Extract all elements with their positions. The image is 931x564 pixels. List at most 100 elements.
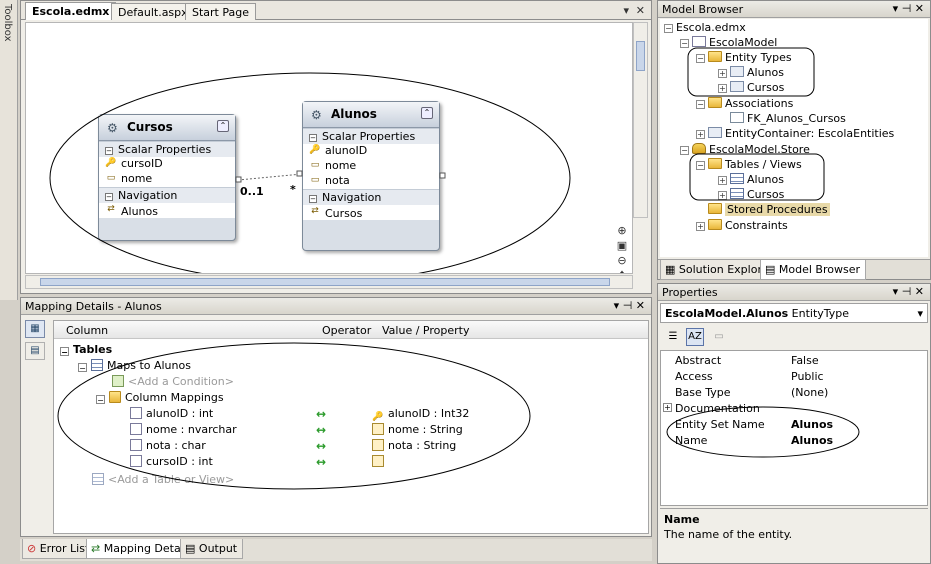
property-row-access[interactable]: Access Public <box>661 369 927 385</box>
association-icon <box>730 112 744 123</box>
folder-icon <box>109 391 121 403</box>
alphabetical-icon[interactable]: AZ <box>686 328 704 346</box>
expand-icon[interactable]: + <box>663 403 672 412</box>
tree-node-escolamodel[interactable]: − EscolaModel <box>680 36 777 51</box>
model-tree: − Escola.edmx − EscolaModel − Entity Types … <box>660 19 928 257</box>
description-title: Name <box>664 513 700 526</box>
entity-icon: ⚙ <box>107 121 118 135</box>
maps-to-node[interactable]: − Maps to Alunos <box>78 359 191 375</box>
tree-node-entity-types[interactable]: − Entity Types <box>696 51 792 66</box>
value-nota[interactable]: nota : String <box>372 439 456 455</box>
mapping-row-cursoid[interactable]: cursoID : int <box>130 455 213 471</box>
tables-node[interactable]: − Tables <box>60 343 112 359</box>
value-cursoid[interactable] <box>372 455 388 471</box>
horizontal-scrollbar[interactable] <box>25 275 633 289</box>
map-to-functions-button[interactable]: ▤ <box>25 342 45 360</box>
property-cursoid[interactable]: 🔑 cursoID <box>99 157 235 172</box>
categorized-icon[interactable]: ☰ <box>664 328 682 346</box>
nav-property-alunos[interactable]: ⇄ Alunos <box>99 203 235 218</box>
vertical-scrollbar[interactable] <box>633 22 648 218</box>
tree-node-entity-container[interactable]: + EntityContainer: EscolaEntities <box>696 127 894 142</box>
zoom-in-icon[interactable]: ⊕ <box>614 223 630 238</box>
map-to-table-button[interactable]: ▦ <box>25 320 45 338</box>
mapping-row-alunoid[interactable]: alunoID : int <box>130 407 213 423</box>
property-icon <box>372 439 384 451</box>
tree-node-stored-procedures[interactable]: Stored Procedures <box>708 203 830 218</box>
navigation-properties-header[interactable]: −Navigation Properties <box>99 187 235 215</box>
model-browser-panel: Model Browser ▾ ⊣ ✕ − Escola.edmx − Escola… <box>657 0 931 280</box>
tree-node-tables-views[interactable]: − Tables / Views <box>696 158 802 173</box>
tree-node-escola-edmx[interactable]: − Escola.edmx <box>664 21 746 36</box>
panel-buttons-icon[interactable]: ▾ ⊣ ✕ <box>614 299 645 312</box>
object-selector[interactable]: EscolaModel.Alunos EntityType ▾ <box>660 303 928 323</box>
mapping-row-nota[interactable]: nota : char <box>130 439 206 455</box>
column-icon <box>130 423 142 435</box>
pan-icon[interactable]: ✥ <box>614 268 630 273</box>
mapping-row-nome[interactable]: nome : nvarchar <box>130 423 237 439</box>
tree-node-associations[interactable]: − Associations <box>696 97 793 112</box>
collapse-icon[interactable]: ⌃ <box>217 120 229 132</box>
toolbox-strip[interactable]: Toolbox <box>0 0 18 300</box>
tab-error-list[interactable]: ⊘ Error List <box>22 539 96 559</box>
navigation-properties-header[interactable]: −Navigation Properties <box>303 189 439 217</box>
zoom-fit-icon[interactable]: ▣ <box>614 238 630 253</box>
property-nome[interactable]: ▭ nome <box>99 172 235 187</box>
property-row-entity-set-name[interactable]: Entity Set Name Alunos <box>661 417 927 433</box>
close-icon[interactable]: ✕ <box>636 4 645 17</box>
property-row-abstract[interactable]: Abstract False <box>661 353 927 369</box>
collapse-icon[interactable]: ⌃ <box>421 107 433 119</box>
entity-alunos[interactable]: ⚙ Alunos ⌃ − Scalar Properties 🔑 alunoID ▭… <box>302 101 440 251</box>
zoom-tools: ⊕ ▣ ⊖ ✥ <box>614 223 630 273</box>
folder-icon <box>708 158 722 169</box>
table-icon <box>91 359 103 371</box>
properties-toolbar: ☰ AZ ▭ <box>660 326 928 348</box>
description-text: The name of the entity. <box>664 528 793 541</box>
property-row-documentation[interactable]: + Documentation <box>661 401 927 417</box>
column-icon <box>130 455 142 467</box>
property-nota[interactable]: ▭ nota <box>303 174 439 189</box>
properties-title-bar: Properties ▾ ⊣ ✕ <box>658 284 930 301</box>
tab-output[interactable]: ▤ Output <box>180 539 244 559</box>
tree-node-table-alunos[interactable]: + Alunos <box>718 173 784 188</box>
tab-escola-edmx[interactable]: Escola.edmx <box>25 2 117 20</box>
multiplicity-left: 0..1 <box>240 185 264 198</box>
property-alunoid[interactable]: 🔑 alunoID <box>303 144 439 159</box>
scalar-properties-header[interactable]: − Scalar Properties <box>303 128 439 144</box>
column-mappings-node[interactable]: − Column Mappings <box>96 391 224 407</box>
folder-icon <box>708 203 722 214</box>
folder-icon <box>708 51 722 62</box>
tree-node-entity-alunos[interactable]: + Alunos <box>718 66 784 81</box>
property-pages-icon[interactable]: ▭ <box>710 328 728 346</box>
column-icon <box>130 439 142 451</box>
chevron-down-icon[interactable]: ▾ <box>917 307 923 320</box>
tree-node-entity-cursos[interactable]: + Cursos <box>718 81 784 96</box>
tab-model-browser[interactable]: ▤ Model Browser <box>760 260 867 280</box>
table-icon <box>730 188 744 199</box>
property-row-name[interactable]: Name Alunos <box>661 433 927 449</box>
property-icon: ▭ <box>310 175 320 185</box>
entity-cursos[interactable]: ⚙ Cursos ⌃ − Scalar Properties 🔑 cursoID ▭… <box>98 114 236 241</box>
panel-buttons-icon[interactable]: ▾ ⊣ ✕ <box>893 285 924 298</box>
tab-dropdown-icon[interactable]: ▾ <box>623 4 629 17</box>
value-alunoid[interactable]: 🔑 alunoID : Int32 <box>372 407 469 423</box>
add-condition-row[interactable]: <Add a Condition> <box>112 375 234 391</box>
zoom-out-icon[interactable]: ⊖ <box>614 253 630 268</box>
property-grid: Abstract False Access Public Base Type (Non… <box>660 350 928 506</box>
designer-canvas[interactable]: ⚙ Cursos ⌃ − Scalar Properties 🔑 cursoID ▭… <box>25 22 633 274</box>
add-table-row[interactable]: <Add a Table or View> <box>92 473 234 489</box>
table-icon <box>730 173 744 184</box>
tree-node-fk-alunos-cursos[interactable]: FK_Alunos_Cursos <box>730 112 846 127</box>
tree-node-escolamodel-store[interactable]: − EscolaModel.Store <box>680 143 810 158</box>
property-nome[interactable]: ▭ nome <box>303 159 439 174</box>
tree-node-table-cursos[interactable]: + Cursos <box>718 188 784 203</box>
tab-start-page[interactable]: Start Page <box>185 3 256 20</box>
panel-buttons-icon[interactable]: ▾ ⊣ ✕ <box>893 2 924 15</box>
tree-node-constraints[interactable]: + Constraints <box>696 219 788 234</box>
nav-property-cursos[interactable]: ⇄ Cursos <box>303 205 439 220</box>
container-icon <box>708 127 722 138</box>
mapping-grid: Column Operator Value / Property − Tables… <box>53 320 649 534</box>
property-row-base-type[interactable]: Base Type (None) <box>661 385 927 401</box>
scalar-properties-header[interactable]: − Scalar Properties <box>99 141 235 157</box>
value-nome[interactable]: nome : String <box>372 423 463 439</box>
tab-default-aspx[interactable]: Default.aspx <box>111 3 195 20</box>
